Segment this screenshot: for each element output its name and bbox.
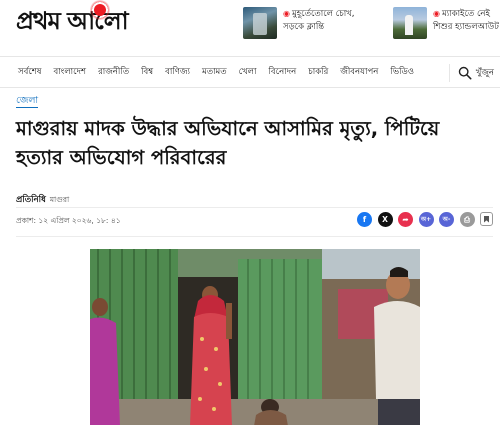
promo-story-2[interactable]: ◉ ম্যাকাইতে নেই শিশুর হ্যান্ডলআউট: [393, 7, 500, 39]
print-icon: ⎙: [464, 214, 470, 224]
lead-image[interactable]: [90, 249, 420, 425]
nav-item-sports[interactable]: খেলা: [233, 65, 263, 79]
print-button[interactable]: ⎙: [459, 212, 475, 227]
site-header: প্রথম আলো ◉ মুহূর্তেতোলে চোখ, সড়কে ক্লান…: [0, 0, 500, 52]
facebook-icon: f: [362, 215, 367, 224]
author-location: মাগুরা: [49, 195, 70, 204]
promo-title: ম্যাকাইতে নেই শিশুর হ্যান্ডলআউট: [433, 9, 499, 32]
font-decrease-button[interactable]: অ-: [439, 212, 454, 227]
logo-text: প্রথম আলো: [16, 6, 129, 35]
nav-item-jobs[interactable]: চাকরি: [302, 65, 334, 79]
x-icon: X: [382, 215, 388, 224]
nav-item-bangladesh[interactable]: বাংলাদেশ: [47, 65, 92, 79]
nav-item-entertainment[interactable]: বিনোদন: [263, 65, 303, 79]
nav-items: সর্বশেষ বাংলাদেশ রাজনীতি বিশ্ব বাণিজ্য ম…: [12, 65, 420, 79]
lead-image-illustration: [90, 249, 420, 425]
published-time: প্রকাশ: ১২ এপ্রিল ২০২৬, ১৮: ৪১: [16, 216, 121, 225]
share-button[interactable]: ➦: [398, 212, 413, 227]
font-increase-button[interactable]: অ+: [418, 212, 434, 227]
font-decrease-icon: অ-: [442, 216, 451, 223]
bookmark-button[interactable]: [480, 212, 493, 226]
promo-title: মুহূর্তেতোলে চোখ, সড়কে ক্লান্তি: [283, 9, 355, 32]
search-button[interactable]: খুঁজুন: [448, 64, 494, 82]
main-nav: সর্বশেষ বাংলাদেশ রাজনীতি বিশ্ব বাণিজ্য ম…: [0, 56, 500, 88]
x-share-button[interactable]: X: [377, 212, 393, 227]
logo-sun-icon: [90, 0, 110, 20]
font-increase-icon: অ+: [420, 216, 432, 223]
promo-thumbnail: [393, 7, 427, 39]
nav-item-opinion[interactable]: মতামত: [196, 65, 233, 79]
nav-item-world[interactable]: বিশ্ব: [135, 65, 159, 79]
nav-item-latest[interactable]: সর্বশেষ: [12, 65, 47, 79]
divider: [16, 207, 493, 208]
byline: প্রতিনিধি মাগুরা: [16, 193, 69, 207]
promo-story-1[interactable]: ◉ মুহূর্তেতোলে চোখ, সড়কে ক্লান্তি: [243, 7, 361, 39]
promo-thumbnail: [243, 7, 277, 39]
camera-icon: ◉: [433, 9, 440, 18]
section-link[interactable]: জেলা: [16, 95, 39, 108]
share-icon: ➦: [402, 215, 409, 224]
facebook-share-button[interactable]: f: [357, 212, 372, 227]
nav-item-business[interactable]: বাণিজ্য: [159, 65, 196, 79]
lead-image-container: [16, 236, 493, 425]
share-bar: f X ➦ অ+ অ- ⎙: [357, 212, 499, 227]
nav-item-lifestyle[interactable]: জীবনযাপন: [334, 65, 384, 79]
camera-icon: ◉: [283, 9, 290, 18]
article-headline: মাগুরায় মাদক উদ্ধার অভিযানে আসামির মৃত্…: [16, 117, 440, 169]
author-name[interactable]: প্রতিনিধি: [16, 195, 46, 205]
site-logo[interactable]: প্রথম আলো: [16, 0, 129, 38]
search-label: খুঁজুন: [475, 68, 494, 78]
nav-item-politics[interactable]: রাজনীতি: [92, 65, 135, 79]
nav-item-video[interactable]: ভিডিও: [384, 65, 420, 79]
search-icon: [458, 66, 472, 80]
